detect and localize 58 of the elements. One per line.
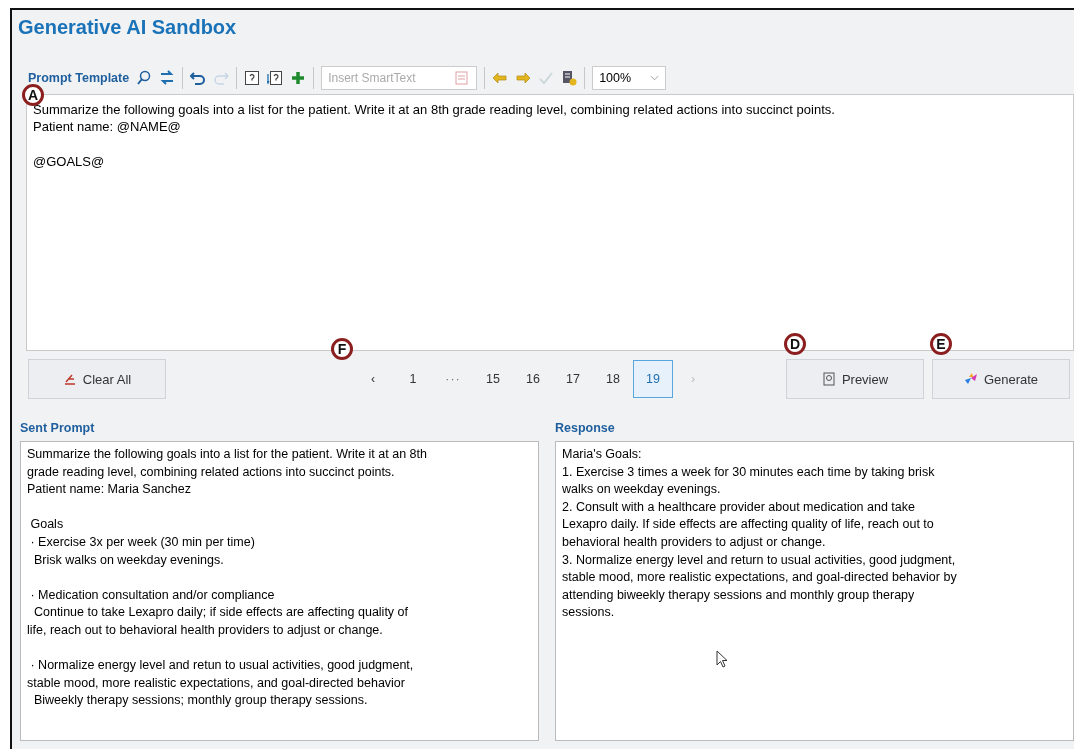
response-line: behavioral health providers to adjust or change.: [562, 534, 826, 549]
prompt-line: · Medication consultation and/or compliance: [29, 587, 275, 602]
preview-icon: [821, 372, 836, 386]
undo-icon[interactable]: [190, 70, 207, 86]
callout-marker: F: [331, 338, 353, 360]
prompt-line: · Exercise 3x per week (30 min per time): [29, 534, 255, 549]
help-box-icon[interactable]: [267, 70, 284, 86]
page-ellipsis: ···: [445, 372, 461, 386]
mouse-cursor-icon: [716, 650, 728, 668]
help-box-icon[interactable]: [244, 70, 261, 86]
template-line: Patient name: @NAME@: [33, 119, 181, 134]
callout-marker: D: [784, 333, 806, 355]
response-line: walks on weekday evenings.: [562, 482, 721, 497]
smarttext-field[interactable]: Insert SmartText: [321, 66, 478, 90]
prompt-line: Patient name: Maria Sanchez: [27, 482, 191, 497]
template-line: @GOALS@: [33, 153, 105, 169]
callout-marker: E: [930, 333, 952, 355]
eraser-icon: [62, 372, 77, 386]
clear-all-button[interactable]: Clear All: [28, 359, 166, 399]
response-line: 3. Normalize energy level and return to usual activities, good judgment,: [562, 552, 956, 567]
toolbar-label: Prompt Template: [28, 71, 130, 85]
response-line: stable mood, more realistic expectations, and goal-directed behavior by: [562, 570, 957, 585]
window-title: Generative AI Sandbox: [18, 15, 238, 40]
caret-icon: [650, 75, 660, 81]
response-line: 1. Exercise 3 times a week for 30 minutes each time by taking brisk: [562, 464, 935, 479]
prompt-line: Biweekly therapy sessions; monthly group therapy sessions.: [32, 693, 368, 708]
generate-button[interactable]: Generate: [932, 359, 1070, 399]
prompt-line: Continue to take Lexapro daily; if side effects are affecting quality of: [32, 605, 409, 620]
response-line: attending biweekly therapy sessions and monthly group therapy: [562, 587, 915, 602]
callout-marker: A: [22, 84, 44, 106]
section-heading: Sent Prompt: [20, 421, 96, 437]
page-button[interactable]: 19: [633, 360, 673, 398]
prompt-line: grade reading level, combining related actions into succinct points.: [27, 464, 395, 479]
response-box[interactable]: [555, 441, 1074, 741]
prompt-line: Brisk walks on weekday evenings.: [32, 552, 224, 567]
search-icon[interactable]: [136, 70, 153, 86]
response-line: Maria's Goals:: [562, 447, 642, 461]
prompt-line: life, reach out to behavioral health providers to adjust or change.: [27, 622, 383, 637]
response-line: 2. Consult with a healthcare provider about medication and take: [562, 499, 915, 514]
section-heading: Response: [555, 421, 616, 437]
prompt-line: stable mood, more realistic expectations, and goal-directed behavior: [27, 675, 405, 690]
page-button[interactable]: 15: [473, 360, 513, 398]
prompt-line: Summarize the following goals into a list for the patient. Write it at an 8th: [27, 447, 427, 461]
page-button[interactable]: 1: [393, 360, 433, 398]
response-line: sessions.: [562, 605, 615, 620]
sparkle-icon: [963, 372, 978, 386]
prompt-line: Goals: [29, 517, 64, 532]
preview-button[interactable]: Preview: [786, 359, 924, 399]
plus-icon[interactable]: [290, 70, 307, 86]
page-button[interactable]: 18: [593, 360, 633, 398]
response-line: Lexapro daily. If side effects are affecting quality of life, reach out to: [562, 517, 934, 532]
zoom-dropdown[interactable]: 100%: [592, 66, 667, 90]
sent-prompt-box[interactable]: [20, 441, 539, 741]
page-button[interactable]: 17: [553, 360, 593, 398]
previous-page-button[interactable]: ‹: [353, 360, 393, 398]
prompt-line: · Normalize energy level and retun to usual activities, good judgment,: [29, 658, 414, 673]
document-icon[interactable]: [561, 70, 578, 86]
page-button[interactable]: 16: [513, 360, 553, 398]
